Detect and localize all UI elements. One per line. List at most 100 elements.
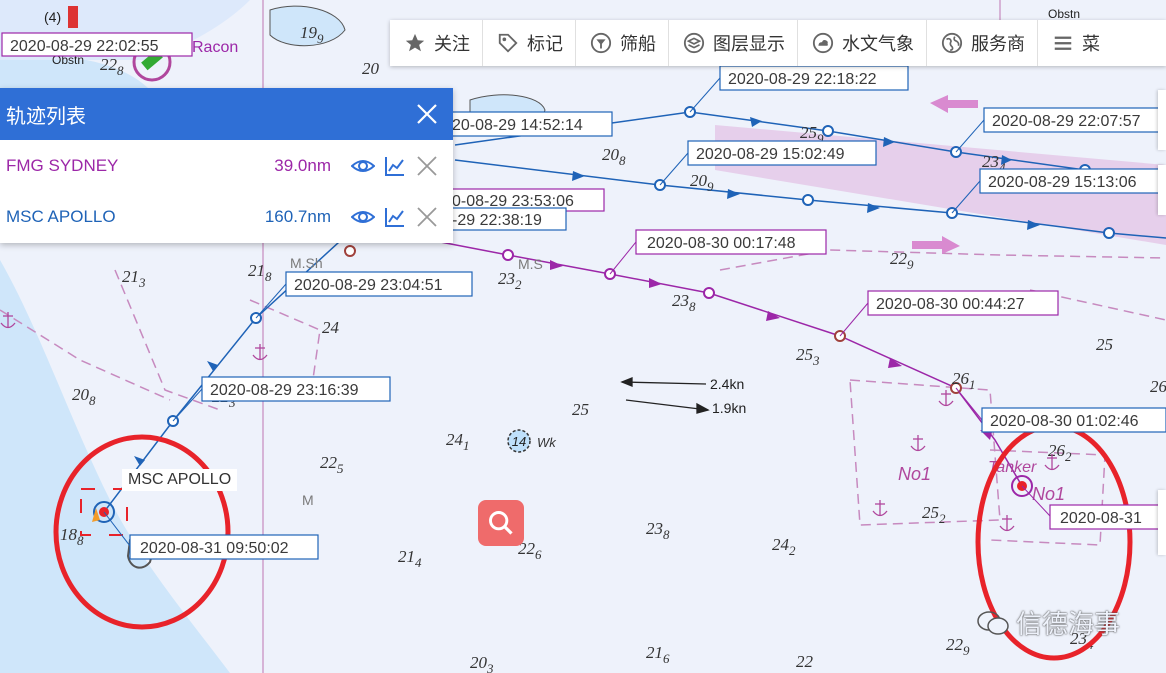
svg-text:2020-08-29 15:13:06: 2020-08-29 15:13:06 — [988, 174, 1137, 191]
track-name: MSC APOLLO — [6, 206, 116, 226]
depth-sounding: 213 — [122, 267, 146, 290]
depth-sounding: 24 — [322, 318, 340, 337]
svg-text:2020-08-29 22:18:22: 2020-08-29 22:18:22 — [728, 71, 877, 88]
svg-text:2020-08-29 22:02:55: 2020-08-29 22:02:55 — [10, 38, 159, 55]
filter-ships-button[interactable]: 筛船 — [576, 20, 669, 66]
depth-sounding: 22 — [796, 652, 814, 671]
toolbar-label: 菜 — [1082, 34, 1100, 54]
timestamp-label: 2020-08-29 15:02:49 — [687, 140, 877, 166]
depth-sounding: 229 — [946, 635, 970, 658]
remove-icon[interactable] — [415, 154, 439, 178]
shallow-water-area — [0, 260, 230, 673]
svg-text:2020-08-29 22:07:57: 2020-08-29 22:07:57 — [992, 113, 1141, 130]
side-panel-tab[interactable] — [1158, 490, 1166, 555]
chart-icon[interactable] — [383, 154, 407, 178]
svg-text:2020-08-29 23:16:39: 2020-08-29 23:16:39 — [210, 382, 359, 399]
layers-button[interactable]: 图层显示 — [669, 20, 798, 66]
timestamp-label: 2020-08-30 01:02:46 — [981, 407, 1166, 433]
map-search-button[interactable] — [478, 500, 524, 546]
mark-button[interactable]: 标记 — [483, 20, 576, 66]
timestamp-label: 2020-08-29 23:04:51 — [285, 271, 473, 297]
eye-icon[interactable] — [351, 205, 375, 229]
depth-sounding: 216 — [646, 643, 670, 666]
toolbar-label: 图层显示 — [713, 34, 785, 54]
depth-sounding: 242 — [772, 535, 796, 558]
depth-sounding: 208 — [602, 145, 626, 168]
close-icon[interactable] — [415, 102, 439, 126]
layers-icon — [683, 32, 705, 54]
follow-button[interactable]: 关注 — [390, 20, 483, 66]
svg-text:-29 22:38:19: -29 22:38:19 — [452, 212, 542, 229]
panel-title: 轨迹列表 — [6, 105, 86, 128]
globe-icon — [941, 32, 963, 54]
track-row[interactable]: FMG SYDNEY 39.0nm — [0, 140, 453, 191]
track-row[interactable]: MSC APOLLO 160.7nm — [0, 191, 453, 242]
toolbar-label: 关注 — [434, 34, 470, 54]
current-speed-label: 2.4kn — [710, 376, 744, 392]
timestamp-label: 2020-08-31 — [1049, 504, 1166, 530]
timestamp-label: 2020-08-30 00:17:48 — [635, 229, 827, 255]
depth-sounding: 238 — [646, 519, 670, 542]
depth-sounding: 225 — [320, 453, 344, 476]
current-arrows — [620, 377, 710, 414]
depth-sounding: 232 — [498, 269, 522, 292]
weather-icon — [812, 32, 834, 54]
wreck-symbol: 14 Wk — [507, 429, 557, 453]
seabed-label: M.Sh — [290, 255, 323, 271]
svg-text:2020-08-30 00:17:48: 2020-08-30 00:17:48 — [647, 235, 796, 252]
racon-label: Racon — [192, 39, 238, 56]
weather-button[interactable]: 水文气象 — [798, 20, 927, 66]
svg-text:2020-08-30 00:44:27: 2020-08-30 00:44:27 — [876, 296, 1025, 313]
timestamp-label: 2020-08-31 09:50:02 — [129, 534, 319, 560]
side-panel-tab[interactable] — [1158, 90, 1166, 150]
menu-button[interactable]: 菜 — [1038, 20, 1112, 66]
svg-text:20-08-29 14:52:14: 20-08-29 14:52:14 — [452, 117, 583, 134]
depth-sounding: 218 — [248, 261, 272, 284]
panel-header: 轨迹列表 — [0, 88, 453, 140]
side-panel-tab[interactable] — [1158, 165, 1166, 215]
chart-icon[interactable] — [383, 205, 407, 229]
timestamp-label: 2020-08-29 22:02:55 — [1, 32, 193, 57]
ship-name-label[interactable]: MSC APOLLO — [122, 469, 238, 491]
anchorage-no1-label: No1 — [1032, 484, 1065, 504]
service-provider-button[interactable]: 服务商 — [927, 20, 1038, 66]
toolbar-label: 筛船 — [620, 34, 656, 54]
current-speed-label: 1.9kn — [712, 400, 746, 416]
timestamp-label: 20-08-29 14:52:14 — [451, 111, 613, 137]
timestamp-label: 2020-08-30 00:44:27 — [867, 290, 1059, 316]
track-arrows-purple — [550, 260, 992, 440]
timestamp-label: 2020-08-29 22:07:57 — [983, 107, 1166, 133]
svg-text:2020-08-31: 2020-08-31 — [1060, 510, 1142, 527]
eye-icon[interactable] — [351, 154, 375, 178]
obstruction-label: Obstn — [1048, 7, 1080, 21]
map-toolbar: 关注 标记 筛船 图层显示 水文气象 服务商 菜 — [390, 20, 1166, 66]
wechat-icon — [977, 610, 1009, 635]
anchor-symbols — [0, 312, 1060, 532]
svg-text:2020-08-29 23:04:51: 2020-08-29 23:04:51 — [294, 277, 443, 294]
depth-sounding: 25 — [1096, 335, 1113, 354]
depth-sounding: 203 — [470, 653, 494, 673]
star-icon — [405, 33, 425, 52]
timestamp-label: 2020-08-29 23:16:39 — [201, 376, 391, 402]
svg-text:2020-08-31 09:50:02: 2020-08-31 09:50:02 — [140, 540, 289, 557]
remove-icon[interactable] — [415, 205, 439, 229]
svg-text:2020-08-29 15:02:49: 2020-08-29 15:02:49 — [696, 146, 845, 163]
watermark: 信德海事 — [976, 604, 1120, 641]
timestamp-label: 2020-08-29 15:13:06 — [979, 168, 1166, 194]
depth-sounding: 26 — [1150, 377, 1166, 396]
timestamp-leaders-purple — [609, 241, 1051, 517]
svg-text:Wk: Wk — [537, 435, 557, 450]
depth-sounding: 241 — [446, 430, 470, 453]
menu-icon — [1054, 36, 1072, 50]
search-icon — [489, 511, 513, 535]
depth-sounding: 214 — [398, 547, 422, 570]
svg-text:14: 14 — [512, 434, 526, 449]
depth-sounding: 25 — [572, 400, 589, 419]
filter-icon — [590, 32, 612, 54]
toolbar-label: 标记 — [527, 34, 563, 54]
tag-icon — [498, 33, 518, 53]
depth-sounding: 209 — [690, 171, 714, 194]
timestamp-label: 2020-08-29 22:18:22 — [719, 65, 909, 91]
track-points-purple-highlight[interactable] — [344, 245, 962, 394]
track-distance: 160.7nm — [264, 206, 331, 226]
